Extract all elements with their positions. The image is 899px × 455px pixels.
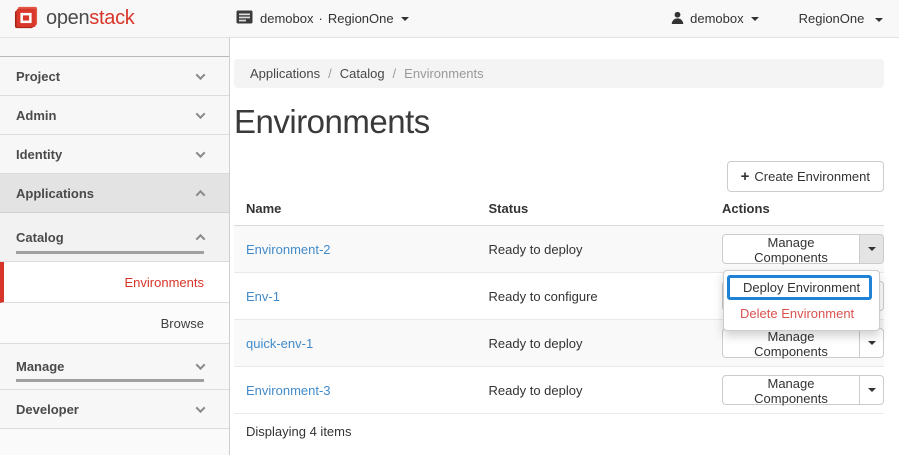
caret-down-icon [868, 247, 876, 251]
main-content: Applications / Catalog / Environments En… [230, 38, 899, 455]
sidebar-item-project[interactable]: Project [0, 57, 229, 96]
chevron-down-icon [196, 403, 206, 413]
sidebar-item-label: Environments [125, 275, 204, 290]
environment-link[interactable]: Env-1 [246, 289, 280, 304]
environment-link[interactable]: Environment-2 [246, 242, 331, 257]
column-header-actions: Actions [710, 194, 884, 226]
table-toolbar: + Create Environment [234, 161, 884, 192]
openstack-logo-text: openstack [46, 7, 134, 30]
status-text: Ready to deploy [489, 336, 583, 351]
sidebar-item-catalog[interactable]: Catalog [0, 213, 229, 262]
actions-dropdown-toggle[interactable] [860, 375, 884, 405]
chevron-down-icon [401, 17, 409, 21]
manage-components-button[interactable]: Manage Components [722, 328, 860, 358]
status-text: Ready to configure [489, 289, 598, 304]
navbar-right: demobox RegionOne [671, 11, 899, 27]
delete-environment-menu-item[interactable]: Delete Environment [724, 301, 879, 324]
sidebar-item-label: Browse [161, 316, 204, 331]
user-menu[interactable]: demobox [671, 11, 758, 27]
chevron-down-icon [196, 109, 206, 119]
status-text: Ready to deploy [489, 383, 583, 398]
deploy-environment-menu-item[interactable]: Deploy Environment [727, 275, 872, 300]
actions-dropdown-menu: Deploy Environment Delete Environment [723, 270, 880, 331]
sidebar-item-identity[interactable]: Identity [0, 135, 229, 174]
sidebar-item-label: Developer [16, 402, 79, 417]
project-region-switcher[interactable]: demobox · RegionOne [236, 10, 409, 27]
row-actions: Manage Components [722, 328, 884, 358]
breadcrumb-separator: / [393, 66, 397, 81]
table-header-row: Name Status Actions [234, 194, 884, 226]
column-header-status: Status [477, 194, 710, 226]
table-row: Environment-3 Ready to deploy Manage Com… [234, 367, 884, 414]
environment-link[interactable]: quick-env-1 [246, 336, 313, 351]
chevron-up-icon [196, 189, 206, 199]
caret-down-icon [868, 341, 876, 345]
sidebar-item-label: Manage [16, 359, 64, 374]
actions-dropdown-toggle[interactable] [860, 328, 884, 358]
openstack-logo-icon [14, 5, 39, 33]
row-actions: Manage Components [722, 234, 884, 264]
table-row: Environment-2 Ready to deploy Manage Com… [234, 226, 884, 273]
chevron-down-icon [196, 70, 206, 80]
switcher-region-label: RegionOne [328, 11, 394, 26]
openstack-logo[interactable]: openstack [14, 5, 134, 33]
page-title: Environments [234, 103, 884, 141]
navbar-brand: openstack [0, 5, 236, 33]
environments-table: Name Status Actions Environment-2 Ready … [234, 194, 884, 414]
sidebar-item-admin[interactable]: Admin [0, 96, 229, 135]
sidebar-item-manage[interactable]: Manage [0, 344, 229, 390]
breadcrumb-catalog[interactable]: Catalog [340, 66, 385, 81]
manage-components-button[interactable]: Manage Components [722, 375, 860, 405]
breadcrumb: Applications / Catalog / Environments [234, 59, 884, 88]
sidebar-item-label: Admin [16, 108, 56, 123]
plus-icon: + [741, 169, 750, 184]
sidebar-item-label: Applications [16, 186, 94, 201]
column-header-name: Name [234, 194, 477, 226]
breadcrumb-current: Environments [404, 66, 483, 81]
chevron-down-icon [875, 18, 883, 22]
chevron-down-icon [196, 360, 206, 370]
sidebar-item-browse[interactable]: Browse [0, 303, 229, 344]
chevron-up-icon [196, 233, 206, 243]
actions-dropdown-toggle[interactable] [860, 234, 884, 264]
sidebar: Project Admin Identity Applications Cata… [0, 38, 230, 455]
region-menu-label: RegionOne [799, 11, 865, 26]
status-text: Ready to deploy [489, 242, 583, 257]
chevron-down-icon [751, 17, 759, 21]
sidebar-top-strip [0, 38, 229, 57]
sidebar-item-label: Identity [16, 147, 62, 162]
switcher-separator: · [318, 11, 322, 26]
create-environment-button[interactable]: + Create Environment [727, 161, 884, 192]
breadcrumb-separator: / [328, 66, 332, 81]
project-list-icon [236, 10, 253, 27]
environment-link[interactable]: Environment-3 [246, 383, 331, 398]
row-actions: Manage Components [722, 375, 884, 405]
user-menu-label: demobox [690, 11, 743, 26]
create-environment-label: Create Environment [754, 169, 870, 184]
chevron-down-icon [196, 148, 206, 158]
sidebar-item-developer[interactable]: Developer [0, 390, 229, 429]
sidebar-item-label: Project [16, 69, 60, 84]
sidebar-item-environments[interactable]: Environments [0, 262, 229, 303]
table-footer-count: Displaying 4 items [234, 414, 884, 449]
manage-components-button[interactable]: Manage Components [722, 234, 860, 264]
region-menu[interactable]: RegionOne [799, 11, 883, 26]
top-navbar: openstack demobox · RegionOne demobox [0, 0, 899, 38]
sidebar-item-label: Catalog [16, 230, 64, 245]
switcher-project-label: demobox [260, 11, 313, 26]
user-icon [671, 11, 684, 27]
breadcrumb-applications[interactable]: Applications [250, 66, 320, 81]
sidebar-item-applications[interactable]: Applications [0, 174, 229, 213]
caret-down-icon [868, 388, 876, 392]
